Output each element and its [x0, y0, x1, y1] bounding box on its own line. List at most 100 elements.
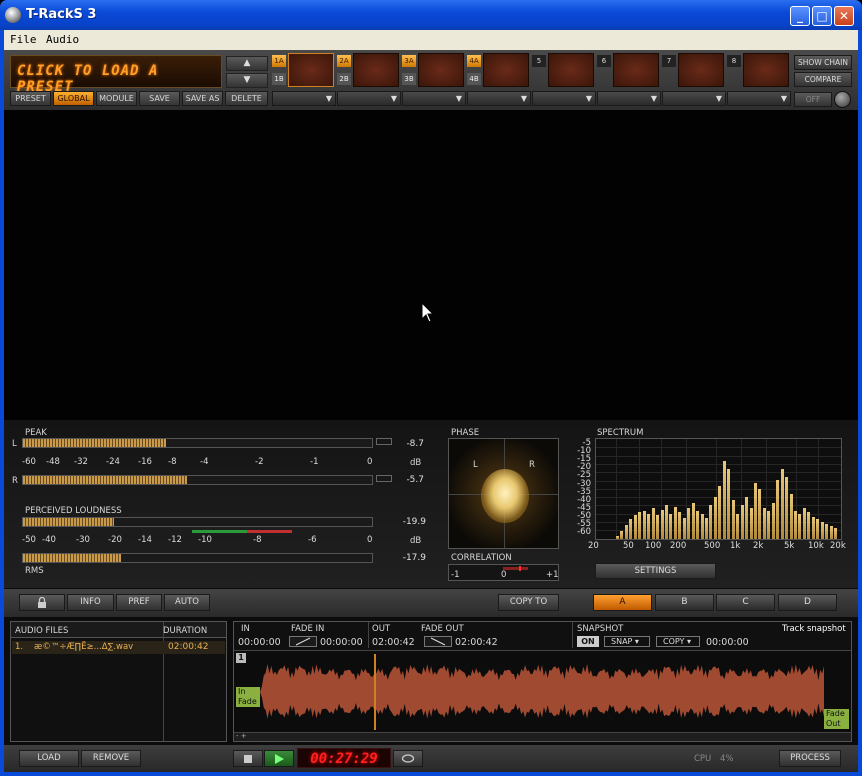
spectrum-bar — [687, 508, 691, 539]
track-snapshot-label: Track snapshot — [782, 624, 846, 634]
slot-label-1a[interactable]: 1A — [272, 55, 286, 67]
stop-button[interactable] — [233, 750, 263, 767]
fade-in-marker[interactable]: In Fade — [236, 687, 260, 707]
chain-slot-6[interactable]: 6 — [597, 53, 661, 91]
preset-down-button[interactable]: ▼ — [226, 73, 268, 88]
slot-select-8[interactable]: ▼ — [727, 91, 791, 106]
slot-label-1b[interactable]: 1B — [272, 73, 286, 85]
slot-pad[interactable] — [548, 53, 594, 87]
playhead[interactable] — [374, 654, 376, 730]
title-bar[interactable]: T-RackS 3 _ □ ✕ — [0, 0, 862, 30]
peak-scale-tick: -8 — [168, 457, 177, 467]
play-button[interactable] — [264, 750, 294, 767]
slot-label-2a[interactable]: 2A — [337, 55, 351, 67]
in-time[interactable]: 00:00:00 — [238, 637, 281, 648]
slot-pad[interactable] — [353, 53, 399, 87]
module-button[interactable]: MODULE — [96, 91, 137, 106]
slot-select-6[interactable]: ▼ — [597, 91, 661, 106]
close-button[interactable]: ✕ — [834, 6, 854, 26]
delete-button[interactable]: DELETE — [225, 91, 268, 106]
lock-button[interactable] — [19, 594, 65, 611]
slot-label-3b[interactable]: 3B — [402, 73, 416, 85]
chain-slot-2[interactable]: 2A 2B — [337, 53, 401, 91]
auto-button[interactable]: AUTO — [164, 594, 210, 611]
spectrum-x-tick: 10k — [808, 541, 824, 551]
menu-audio[interactable]: Audio — [46, 33, 79, 46]
slot-select-5[interactable]: ▼ — [532, 91, 596, 106]
waveform-scrollbar[interactable]: - + — [234, 732, 851, 741]
slot-label-2b[interactable]: 2B — [337, 73, 351, 85]
file-row[interactable]: 1. æ©™÷Æ∏Ë≥...Δ∑.wav 02:00:42 — [12, 641, 225, 654]
spectrum-settings-button[interactable]: SETTINGS — [595, 563, 716, 579]
fade-in-curve-button[interactable] — [289, 636, 317, 647]
snapshot-a-button[interactable]: A — [593, 594, 652, 611]
slot-select-2[interactable]: ▼ — [337, 91, 401, 106]
chain-slot-1[interactable]: 1A 1B — [272, 53, 336, 91]
chain-slot-4[interactable]: 4A 4B — [467, 53, 531, 91]
slot-pad[interactable] — [418, 53, 464, 87]
slot-select-7[interactable]: ▼ — [662, 91, 726, 106]
slot-label-4b[interactable]: 4B — [467, 73, 481, 85]
compare-button[interactable]: COMPARE — [794, 72, 852, 87]
slot-pad[interactable] — [288, 53, 334, 87]
save-as-button[interactable]: SAVE AS — [182, 91, 223, 106]
chain-slot-8[interactable]: 8 — [727, 53, 791, 91]
copy-dropdown[interactable]: COPY ▾ — [656, 636, 700, 647]
preset-button[interactable]: PRESET — [10, 91, 51, 106]
slot-pad[interactable] — [743, 53, 789, 87]
power-knob[interactable] — [834, 91, 851, 108]
snapshot-b-button[interactable]: B — [655, 594, 714, 611]
slot-select-1[interactable]: ▼ — [272, 91, 336, 106]
info-button[interactable]: INFO — [67, 594, 114, 611]
slot-label-4a[interactable]: 4A — [467, 55, 481, 67]
loudness-scale-tick: -20 — [108, 535, 122, 545]
loudness-target-range — [192, 530, 292, 533]
chain-slot-7[interactable]: 7 — [662, 53, 726, 91]
snapshot-on-toggle[interactable]: ON — [577, 636, 599, 647]
global-button[interactable]: GLOBAL — [53, 91, 94, 106]
process-button[interactable]: PROCESS — [779, 750, 841, 767]
out-time[interactable]: 02:00:42 — [372, 637, 415, 648]
show-chain-button[interactable]: SHOW CHAIN — [794, 55, 852, 70]
spectrum-bar — [794, 511, 797, 539]
waveform-area[interactable]: 1 In Fade Fade Out — [234, 650, 851, 732]
peak-l-clip-led[interactable] — [376, 438, 392, 445]
slot-select-4[interactable]: ▼ — [467, 91, 531, 106]
fade-out-marker[interactable]: Fade Out — [824, 709, 849, 729]
correlation-max: +1 — [546, 570, 559, 580]
pref-button[interactable]: PREF — [116, 594, 162, 611]
slot-label-3a[interactable]: 3A — [402, 55, 416, 67]
load-button[interactable]: LOAD — [19, 750, 79, 767]
off-button[interactable]: OFF — [794, 92, 832, 107]
snapshot-d-button[interactable]: D — [778, 594, 837, 611]
fade-out-curve-button[interactable] — [424, 636, 452, 647]
slot-label-8[interactable]: 8 — [727, 55, 741, 67]
cpu-value: 4% — [720, 754, 734, 764]
fade-out-time[interactable]: 02:00:42 — [455, 637, 498, 648]
slot-label-5[interactable]: 5 — [532, 55, 546, 67]
chain-slot-3[interactable]: 3A 3B — [402, 53, 466, 91]
preset-display[interactable]: CLICK TO LOAD A PRESET — [10, 55, 222, 95]
menu-file[interactable]: File — [10, 33, 37, 46]
slot-pad[interactable] — [483, 53, 529, 87]
fade-in-time[interactable]: 00:00:00 — [320, 637, 363, 648]
zoom-controls[interactable]: - + — [236, 732, 247, 740]
copy-to-button[interactable]: COPY TO — [498, 594, 559, 611]
minimize-button[interactable]: _ — [790, 6, 810, 26]
slot-pad[interactable] — [678, 53, 724, 87]
window-border-bottom — [0, 772, 862, 776]
slot-label-7[interactable]: 7 — [662, 55, 676, 67]
peak-r-clip-led[interactable] — [376, 475, 392, 482]
remove-button[interactable]: REMOVE — [81, 750, 141, 767]
preset-up-button[interactable]: ▲ — [226, 56, 268, 71]
spectrum-x-tick: 200 — [670, 541, 687, 551]
maximize-button[interactable]: □ — [812, 6, 832, 26]
slot-label-6[interactable]: 6 — [597, 55, 611, 67]
snapshot-c-button[interactable]: C — [716, 594, 775, 611]
snap-dropdown[interactable]: SNAP ▾ — [604, 636, 650, 647]
chain-slot-5[interactable]: 5 — [532, 53, 596, 91]
save-button[interactable]: SAVE — [139, 91, 180, 106]
loop-button[interactable] — [393, 750, 423, 767]
slot-select-3[interactable]: ▼ — [402, 91, 466, 106]
slot-pad[interactable] — [613, 53, 659, 87]
